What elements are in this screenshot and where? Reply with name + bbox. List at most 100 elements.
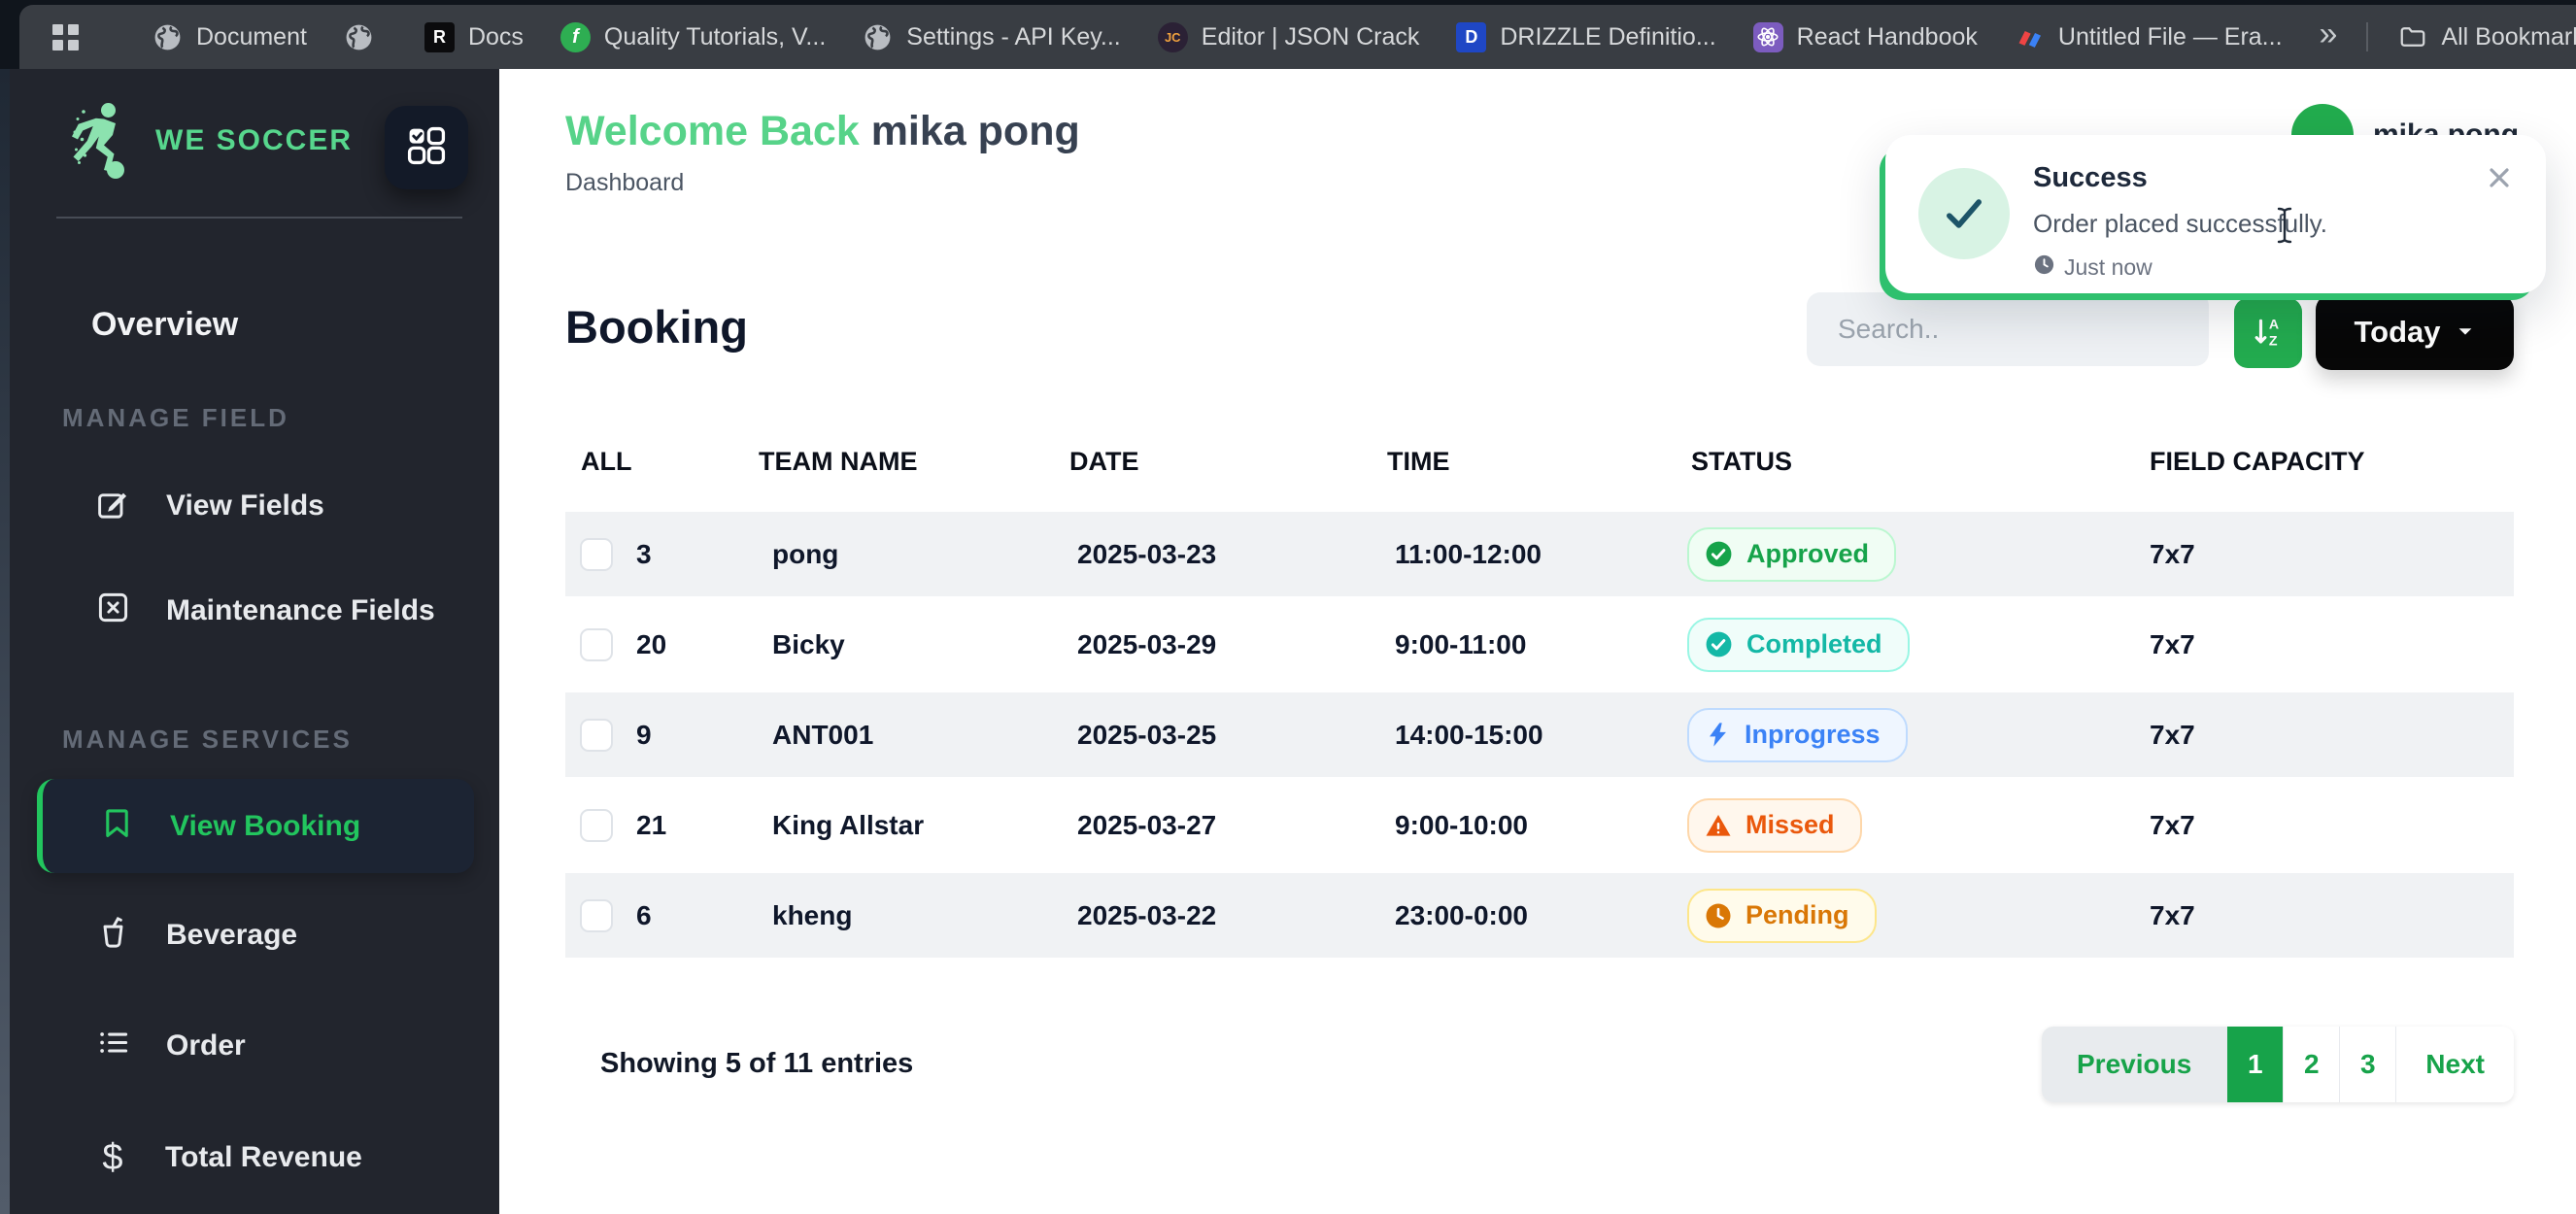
drizzle-icon: D xyxy=(1456,21,1487,52)
sidebar-item-beverage[interactable]: Beverage xyxy=(10,905,499,965)
sidebar-item-label: Order xyxy=(166,1029,246,1062)
success-toast: Success Order placed successfully. Just … xyxy=(1885,135,2546,293)
row-id: 3 xyxy=(636,538,652,569)
table-row[interactable]: 21 King Allstar 2025-03-27 9:00-10:00 Mi… xyxy=(565,783,2514,867)
status-icon xyxy=(1704,539,1734,569)
table-row[interactable]: 6 kheng 2025-03-22 23:00-0:00 Pending 7x… xyxy=(565,873,2514,958)
bookmarks-divider xyxy=(2366,22,2369,51)
x-square-icon xyxy=(95,590,131,633)
bookmark-eraser[interactable]: Untitled File — Era... xyxy=(2015,22,2283,52)
column-header-date[interactable]: DATE xyxy=(1066,447,1383,477)
bookmark-json-crack[interactable]: JC Editor | JSON Crack xyxy=(1157,21,1419,52)
toast-title: Success xyxy=(2033,162,2148,193)
pagination-page-3[interactable]: 3 xyxy=(2339,1027,2396,1102)
bookmark-react-handbook[interactable]: React Handbook xyxy=(1752,21,1978,52)
search-input[interactable] xyxy=(1807,292,2209,366)
status-badge: Missed xyxy=(1687,797,1862,853)
bookmark-settings-api[interactable]: Settings - API Key... xyxy=(863,22,1121,52)
toast-time-label: Just now xyxy=(2064,254,2152,280)
toast-time: Just now xyxy=(2033,253,2152,282)
status-label: Pending xyxy=(1746,900,1849,929)
welcome-text: Welcome Back xyxy=(565,108,860,154)
welcome-user-name: mika pong xyxy=(870,108,1080,154)
today-filter-button[interactable]: Today xyxy=(2316,294,2514,370)
bookmark-label: Untitled File — Era... xyxy=(2057,22,2283,51)
row-checkbox[interactable] xyxy=(580,627,613,661)
screen: Document R Docs f Quality Tutorials, V..… xyxy=(0,0,2576,1214)
apps-grid-icon[interactable] xyxy=(52,23,79,51)
toast-close-icon[interactable] xyxy=(2484,162,2515,198)
pagination-previous-button[interactable]: Previous xyxy=(2042,1027,2227,1102)
table-body: 3 pong 2025-03-23 11:00-12:00 Approved 7… xyxy=(565,512,2514,958)
pagination: Previous 1 2 3 Next xyxy=(2042,1027,2514,1102)
table-row[interactable]: 3 pong 2025-03-23 11:00-12:00 Approved 7… xyxy=(565,512,2514,596)
row-team-name: kheng xyxy=(772,899,853,930)
list-icon xyxy=(95,1025,131,1068)
table-row[interactable]: 9 ANT001 2025-03-25 14:00-15:00 Inprogre… xyxy=(565,692,2514,777)
sidebar-item-maintenance-fields[interactable]: Maintenance Fields xyxy=(10,581,499,641)
sort-button[interactable]: AZ xyxy=(2234,298,2302,368)
row-time: 9:00-10:00 xyxy=(1395,809,1528,840)
column-header-status[interactable]: STATUS xyxy=(1687,447,2134,477)
sidebar-item-view-fields[interactable]: View Fields xyxy=(10,476,499,536)
status-label: Inprogress xyxy=(1745,720,1881,749)
all-bookmarks-button[interactable]: All Bookmarks xyxy=(2397,22,2576,52)
pagination-page-1[interactable]: 1 xyxy=(2226,1027,2284,1102)
bookmark-drizzle[interactable]: D DRIZZLE Definitio... xyxy=(1456,21,1716,52)
globe-icon xyxy=(863,22,893,52)
globe-icon xyxy=(344,22,374,52)
row-checkbox[interactable] xyxy=(580,898,613,932)
cup-icon xyxy=(95,914,131,958)
bookmark-docs[interactable]: R Docs xyxy=(424,21,524,52)
status-label: Approved xyxy=(1746,539,1870,568)
bookmark-document[interactable]: Document xyxy=(153,22,307,52)
chevron-down-icon xyxy=(2455,315,2476,350)
bookmark-ribbon-icon xyxy=(99,804,135,848)
bookmark-label: Settings - API Key... xyxy=(906,22,1121,51)
row-id: 6 xyxy=(636,899,652,930)
brand: WE SOCCER xyxy=(54,94,353,187)
table-row[interactable]: 20 Bicky 2025-03-29 9:00-11:00 Completed… xyxy=(565,602,2514,687)
row-date: 2025-03-22 xyxy=(1077,899,1217,930)
clock-icon xyxy=(2033,253,2055,282)
status-icon xyxy=(1704,901,1733,930)
edit-square-icon xyxy=(95,485,131,528)
freecodecamp-icon: f xyxy=(559,21,591,52)
status-badge: Completed xyxy=(1687,617,1910,672)
bookmark-untitled-globe[interactable] xyxy=(344,22,388,52)
pagination-next-button[interactable]: Next xyxy=(2395,1027,2514,1102)
welcome-heading: Welcome Back mika pong xyxy=(565,108,1080,155)
row-team-name: Bicky xyxy=(772,628,845,659)
bookmarks-overflow-chevron[interactable]: » xyxy=(2320,17,2338,56)
main-content: Welcome Back mika pong Dashboard mika po… xyxy=(499,69,2576,1214)
sidebar-item-total-revenue[interactable]: $ Total Revenue xyxy=(10,1128,499,1188)
row-checkbox[interactable] xyxy=(580,808,613,842)
row-field-capacity: 7x7 xyxy=(2150,809,2195,840)
status-badge: Approved xyxy=(1687,526,1897,582)
row-checkbox[interactable] xyxy=(580,718,613,752)
column-header-field-capacity[interactable]: FIELD CAPACITY xyxy=(2134,447,2514,477)
sidebar-item-order[interactable]: Order xyxy=(10,1016,499,1076)
sidebar-item-label: Total Revenue xyxy=(165,1141,362,1173)
sidebar-item-view-booking[interactable]: View Booking xyxy=(37,779,474,873)
status-badge: Inprogress xyxy=(1687,707,1908,762)
soccer-player-logo-icon xyxy=(54,94,148,187)
sidebar-grid-toggle-button[interactable] xyxy=(385,106,468,189)
column-header-team-name[interactable]: TEAM NAME xyxy=(755,447,1066,477)
column-header-all[interactable]: ALL xyxy=(565,447,755,477)
grid-check-icon xyxy=(405,124,448,172)
svg-text:A: A xyxy=(2269,317,2279,332)
sidebar-item-label: View Fields xyxy=(166,489,324,522)
bookmark-label: DRIZZLE Definitio... xyxy=(1500,22,1716,51)
row-team-name: pong xyxy=(772,538,839,569)
bookmark-quality-tutorials[interactable]: f Quality Tutorials, V... xyxy=(559,21,826,52)
pagination-page-2[interactable]: 2 xyxy=(2283,1027,2340,1102)
column-header-time[interactable]: TIME xyxy=(1383,447,1687,477)
row-checkbox[interactable] xyxy=(580,537,613,571)
row-id: 9 xyxy=(636,719,652,750)
sidebar-item-overview[interactable]: Overview xyxy=(91,306,238,344)
row-date: 2025-03-25 xyxy=(1077,719,1217,750)
sidebar-divider xyxy=(56,217,462,219)
bookmark-label: Document xyxy=(196,22,307,51)
row-id: 21 xyxy=(636,809,667,840)
